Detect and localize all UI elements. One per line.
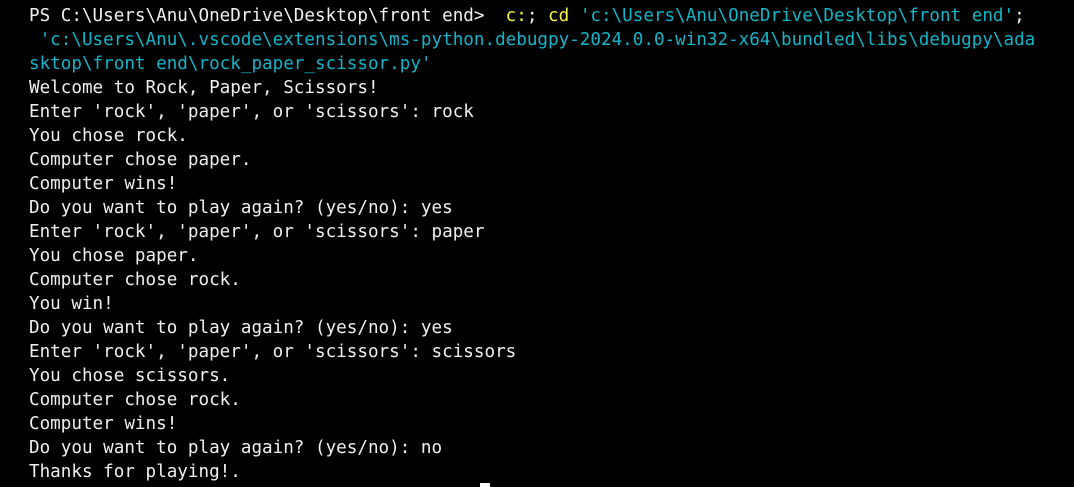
command-continuation: sktop\front end\rock_paper_scissor.py'	[29, 54, 432, 74]
output-line: Computer wins!	[29, 414, 178, 434]
command-cd: cd	[548, 6, 570, 26]
output-line: Computer chose rock.	[29, 270, 241, 290]
output-line: Computer chose rock.	[29, 390, 241, 410]
separator: ;	[526, 6, 549, 26]
command-continuation: 'c:\Users\Anu\.vscode\extensions\ms-pyth…	[29, 30, 1036, 50]
separator	[569, 6, 580, 26]
command-drive: c:	[505, 6, 527, 26]
output-line: Do you want to play again? (yes/no): yes	[29, 198, 453, 218]
output-line: Computer chose paper.	[29, 150, 252, 170]
output-line: Enter 'rock', 'paper', or 'scissors': pa…	[29, 222, 485, 242]
separator: ;	[1014, 6, 1025, 26]
output-line: Enter 'rock', 'paper', or 'scissors': ro…	[29, 102, 474, 122]
output-line: Thanks for playing!.	[29, 462, 241, 482]
terminal-cursor	[480, 483, 490, 487]
prompt-line: PS C:\Users\Anu\OneDrive\Desktop\front e…	[29, 4, 1074, 28]
output-line: You chose paper.	[29, 246, 199, 266]
output-line: Enter 'rock', 'paper', or 'scissors': sc…	[29, 342, 517, 362]
command-arg: 'c:\Users\Anu\OneDrive\Desktop\front end…	[579, 6, 1015, 26]
prompt-path: PS C:\Users\Anu\OneDrive\Desktop\front e…	[29, 6, 506, 26]
output-line: Do you want to play again? (yes/no): no	[29, 438, 443, 458]
output-line: You chose scissors.	[29, 366, 231, 386]
terminal-output[interactable]: PS C:\Users\Anu\OneDrive\Desktop\front e…	[29, 4, 1074, 484]
output-line: Do you want to play again? (yes/no): yes	[29, 318, 453, 338]
output-line: You win!	[29, 294, 114, 314]
output-line: Welcome to Rock, Paper, Scissors!	[29, 78, 379, 98]
output-line: You chose rock.	[29, 126, 188, 146]
output-line: Computer wins!	[29, 174, 178, 194]
